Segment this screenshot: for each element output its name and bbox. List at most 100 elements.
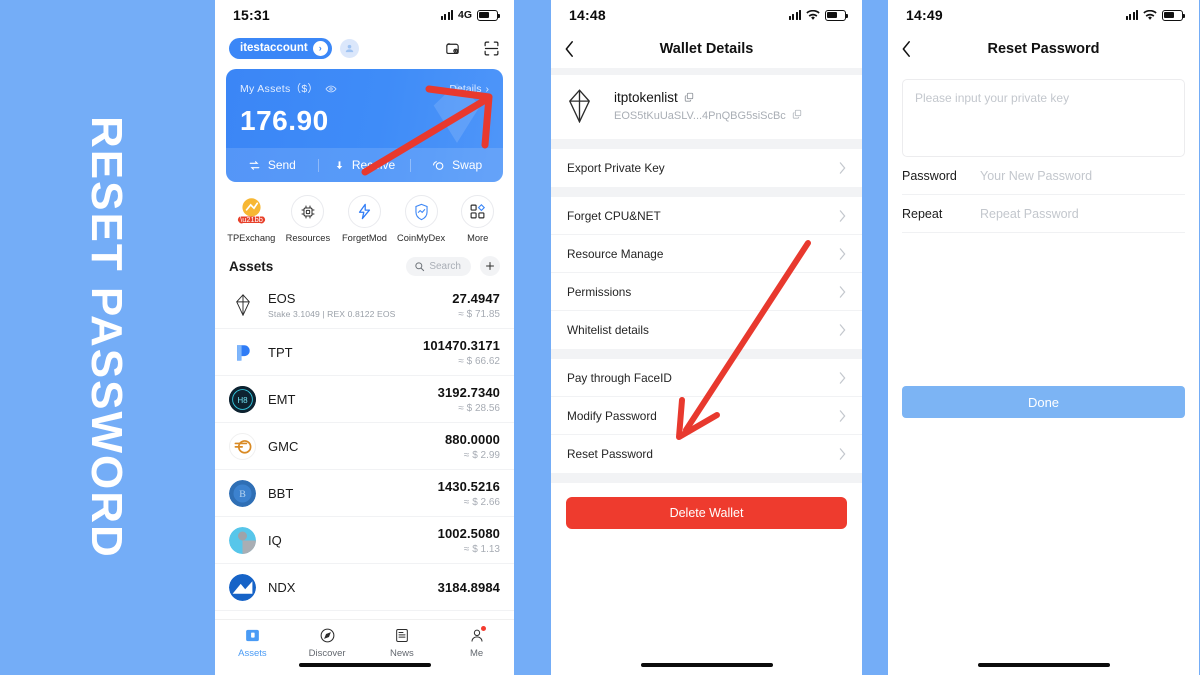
token-values: 1002.5080 ≈ $ 1.13: [438, 526, 500, 555]
copy-icon[interactable]: [792, 109, 802, 122]
repeat-label: Repeat: [902, 206, 943, 221]
tab-label: News: [389, 648, 414, 659]
chevron-right-icon: [839, 371, 846, 384]
app-shortcut-coinmydex[interactable]: CoinMyDex: [393, 195, 450, 243]
list-item-pay-through-faceid[interactable]: Pay through FaceID: [551, 359, 862, 397]
table-row[interactable]: GMC 880.0000 ≈ $ 2.99: [215, 423, 514, 470]
banner-title: RESET PASSWORD: [82, 116, 131, 559]
copy-icon[interactable]: [684, 90, 694, 105]
list-item-modify-password[interactable]: Modify Password: [551, 397, 862, 435]
password-input[interactable]: Your New Password: [980, 169, 1092, 183]
app-shortcut-tpexchange[interactable]: \u21bb TPExchang: [223, 195, 280, 243]
list-item-forget-cpu-net[interactable]: Forget CPU&NET: [551, 197, 862, 235]
account-chip[interactable]: itestaccount ›: [229, 37, 332, 59]
receive-button[interactable]: Receive: [319, 158, 411, 172]
chevron-left-icon: [902, 41, 910, 57]
back-button[interactable]: [901, 40, 912, 58]
repeat-password-input[interactable]: Repeat Password: [980, 207, 1079, 221]
list-item-permissions[interactable]: Permissions: [551, 273, 862, 311]
signal-icon: [440, 10, 453, 20]
token-icon-ndx: [229, 573, 256, 601]
svg-text:\u21bb: \u21bb: [240, 215, 263, 224]
screenshot-stage: RESET PASSWORD 15:31 4G itestaccount › M…: [0, 0, 1200, 675]
app-shortcut-forgetmode[interactable]: ForgetMod: [336, 195, 393, 243]
token-usd: ≈ $ 1.13: [463, 543, 500, 555]
token-icon-tpt: [229, 338, 256, 366]
tab-label: Assets: [238, 648, 267, 659]
token-values: 27.4947 ≈ $ 71.85: [452, 291, 500, 320]
list-item-whitelist-details[interactable]: Whitelist details: [551, 311, 862, 349]
wallet-address-row: EOS5tKuUaSLV...4PnQBG5siScBc: [614, 109, 802, 122]
swap-label: Swap: [452, 158, 483, 172]
status-indicators: [788, 9, 849, 21]
app-label: More: [467, 233, 489, 243]
list-item-export-private-key[interactable]: Export Private Key: [551, 149, 862, 187]
done-button[interactable]: Done: [902, 386, 1185, 418]
scan-icon[interactable]: [483, 40, 500, 57]
status-bar: 14:49: [888, 0, 1199, 30]
add-token-button[interactable]: [480, 256, 500, 276]
token-amount: 3184.8984: [437, 579, 500, 595]
page-title: Reset Password: [987, 41, 1100, 57]
assets-section-header: Assets Search: [215, 248, 514, 282]
back-button[interactable]: [564, 40, 575, 58]
token-usd: ≈ $ 2.99: [463, 449, 500, 461]
chevron-right-icon: [839, 162, 846, 174]
wallet-identity[interactable]: itptokenlist EOS5tKuUaSLV...4PnQBG5siScB…: [551, 75, 862, 139]
app-label: CoinMyDex: [397, 233, 446, 243]
card-action-bar: Send Receive Swap: [226, 148, 503, 182]
tab-assets[interactable]: Assets: [215, 627, 290, 659]
list-item-label: Permissions: [567, 284, 632, 299]
token-subtext: Stake 3.1049 | REX 0.8122 EOS: [268, 309, 396, 319]
tab-me[interactable]: Me: [439, 626, 514, 659]
repeat-field-row[interactable]: Repeat Repeat Password: [902, 195, 1185, 233]
token-values: 3184.8984: [438, 580, 500, 595]
eos-logo-icon: [567, 87, 601, 125]
eos-watermark-icon: [429, 83, 485, 143]
token-info: GMC: [268, 439, 298, 454]
token-symbol: EMT: [268, 391, 296, 407]
home-indicator: [977, 662, 1110, 667]
chevron-right-icon: [839, 448, 846, 460]
token-symbol: NDX: [268, 579, 296, 595]
tab-discover[interactable]: Discover: [290, 627, 365, 659]
table-row[interactable]: NDX 3184.8984: [215, 564, 514, 611]
shortcut-apps-row: \u21bb TPExchang Resources ForgetMod Coi…: [215, 182, 514, 248]
chevron-right-icon: ›: [485, 82, 490, 95]
phone-screen-wallet-details: 14:48 Wallet Details itptokenlist EOS5tK…: [551, 0, 862, 675]
delete-wallet-wrap: Delete Wallet: [551, 483, 862, 675]
phone-screen-reset-password: 14:49 Reset Password Please input your p…: [888, 0, 1199, 675]
wallet-name-row: itptokenlist: [614, 90, 802, 105]
bottom-tab-bar: Assets Discover News Me: [215, 619, 514, 675]
account-name: itestaccount: [240, 42, 308, 54]
delete-wallet-button[interactable]: Delete Wallet: [566, 497, 847, 529]
wallet-add-icon[interactable]: [444, 40, 461, 57]
table-row[interactable]: EOS Stake 3.1049 | REX 0.8122 EOS 27.494…: [215, 282, 514, 329]
list-item-label: Forget CPU&NET: [567, 208, 661, 223]
search-input[interactable]: Search: [406, 256, 471, 276]
password-field-row[interactable]: Password Your New Password: [902, 157, 1185, 195]
swap-button[interactable]: Swap: [411, 158, 503, 172]
app-shortcut-resources[interactable]: Resources: [280, 195, 337, 243]
news-icon: [396, 629, 408, 642]
tpexchange-icon: \u21bb: [234, 195, 268, 228]
send-button[interactable]: Send: [226, 158, 318, 172]
avatar[interactable]: [339, 38, 359, 58]
list-item-resource-manage[interactable]: Resource Manage: [551, 235, 862, 273]
tab-news[interactable]: News: [365, 627, 440, 659]
table-row[interactable]: IQ 1002.5080 ≈ $ 1.13: [215, 517, 514, 564]
table-row[interactable]: B BBT 1430.5216 ≈ $ 2.66: [215, 470, 514, 517]
table-row[interactable]: TPT 101470.3171 ≈ $ 66.62: [215, 329, 514, 376]
chevron-left-icon: [565, 41, 573, 57]
chevron-right-icon: [839, 409, 846, 422]
token-amount: 27.4947: [452, 290, 500, 306]
app-shortcut-more[interactable]: More: [449, 195, 506, 243]
settings-group-2: Forget CPU&NET Resource Manage Permissio…: [551, 197, 862, 349]
status-bar: 14:48: [551, 0, 862, 30]
list-item-reset-password[interactable]: Reset Password: [551, 435, 862, 473]
token-values: 101470.3171 ≈ $ 66.62: [423, 338, 500, 367]
table-row[interactable]: H8 EMT 3192.7340 ≈ $ 28.56: [215, 376, 514, 423]
cpu-chip-icon: [291, 195, 325, 228]
eye-icon[interactable]: [325, 83, 337, 95]
private-key-textarea[interactable]: Please input your private key: [902, 79, 1185, 157]
